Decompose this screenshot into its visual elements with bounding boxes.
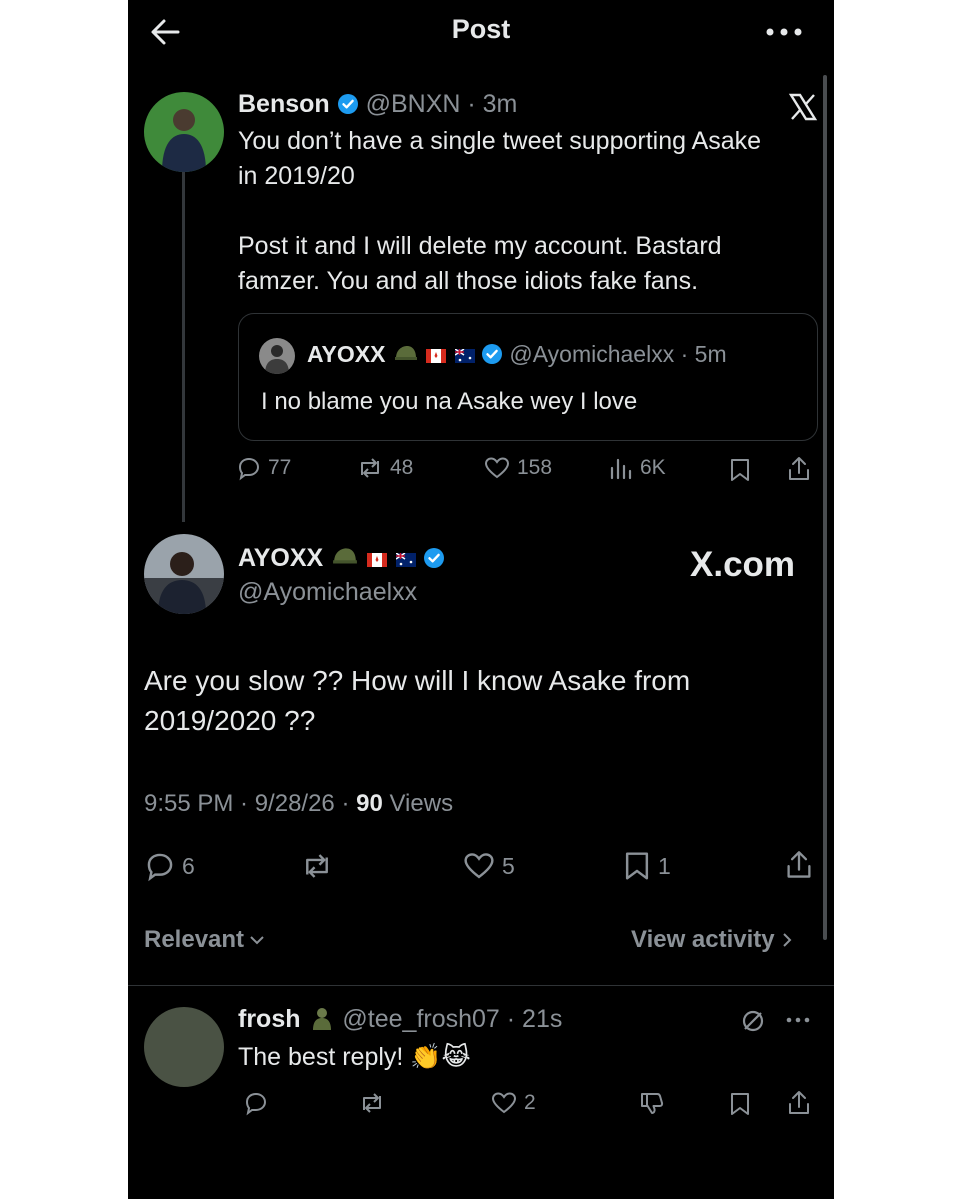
like-button[interactable]: 5	[462, 850, 515, 882]
bookmark-icon	[622, 850, 652, 882]
thread-line	[182, 172, 185, 522]
author-handle[interactable]: @Ayomichaelxx	[238, 578, 417, 607]
verified-badge-icon	[423, 547, 445, 569]
section-divider	[128, 985, 834, 986]
author-name[interactable]: AYOXX	[238, 544, 323, 572]
like-count: 5	[502, 852, 515, 879]
more-options-icon[interactable]	[760, 18, 808, 46]
reply-emojis: 👏😹	[410, 1043, 471, 1071]
post-timestamp: 9:55 PM · 9/28/26 ·	[144, 790, 357, 817]
reply-count: 77	[268, 456, 292, 479]
parent-post-text-line-1: You don’t have a single tweet supporting…	[238, 127, 762, 155]
author-name[interactable]: Benson	[238, 90, 330, 118]
frosh-avatar[interactable]	[144, 1007, 224, 1087]
bookmark-icon[interactable]	[728, 457, 752, 483]
views-chart-icon	[608, 455, 634, 481]
repost-button[interactable]: 48	[356, 455, 413, 481]
quote-author-name: AYOXX	[307, 341, 386, 367]
benson-avatar[interactable]	[144, 92, 224, 172]
heart-icon	[490, 1090, 518, 1116]
reply-icon	[236, 455, 262, 481]
parent-post-text-line-3: Post it and I will delete my account. Ba…	[238, 232, 722, 260]
parent-post-text-line-2: in 2019/20	[238, 162, 355, 190]
verified-badge-icon	[481, 343, 503, 365]
post-time: 3m	[482, 90, 518, 118]
repost-icon[interactable]	[300, 850, 334, 882]
post-screen: Post Benson @BNXN · 3m You don’t have a …	[128, 0, 834, 1199]
post-timestamp-line: 9:55 PM · 9/28/26 · 90 Views	[144, 790, 453, 818]
parent-post-header: Benson @BNXN · 3m	[238, 90, 518, 118]
repost-count: 48	[390, 456, 414, 479]
reply-count: 6	[182, 852, 195, 879]
repost-icon	[356, 455, 384, 481]
reply-text-line: The best reply! 👏😹	[238, 1040, 471, 1075]
reply-time: 21s	[522, 1005, 563, 1033]
share-icon[interactable]	[784, 848, 814, 882]
reply-author-handle[interactable]: @tee_frosh07	[342, 1005, 499, 1033]
chevron-down-icon	[248, 933, 266, 947]
reply-text: The best reply!	[238, 1043, 404, 1071]
quote-author-avatar	[259, 338, 295, 374]
helmet-icon	[394, 342, 418, 360]
main-post-author-line: AYOXX	[238, 544, 445, 573]
australia-flag-icon	[454, 342, 475, 363]
like-button[interactable]: 2	[490, 1090, 536, 1116]
main-post-text-line-2: 2019/2020 ??	[144, 705, 316, 736]
canada-flag-icon	[426, 342, 447, 363]
share-icon[interactable]	[786, 455, 812, 483]
scrollbar[interactable]	[823, 75, 827, 940]
quote-time: 5m	[694, 341, 727, 367]
share-icon[interactable]	[786, 1089, 812, 1117]
views-count: 6K	[640, 456, 666, 479]
soldier-icon	[309, 1006, 335, 1030]
grok-icon[interactable]	[740, 1008, 766, 1034]
views-label: Views	[382, 790, 454, 817]
author-handle[interactable]: @BNXN	[366, 90, 461, 118]
view-activity-label: View activity	[631, 926, 775, 953]
views-button[interactable]: 6K	[608, 455, 666, 481]
ayoxx-avatar[interactable]	[144, 534, 224, 614]
reply-button[interactable]: 6	[144, 850, 195, 882]
canada-flag-icon	[367, 545, 388, 567]
reply-icon[interactable]	[243, 1090, 269, 1116]
quote-text: I no blame you na Asake wey I love	[261, 388, 638, 415]
reply-author-name[interactable]: frosh	[238, 1005, 301, 1033]
reply-header: frosh @tee_frosh07 · 21s	[238, 1005, 563, 1033]
like-count: 2	[524, 1091, 536, 1114]
page-title: Post	[451, 14, 511, 44]
heart-icon	[462, 850, 496, 882]
quote-author-handle: @Ayomichaelxx	[509, 341, 675, 367]
x-com-watermark: X.com	[690, 545, 796, 584]
quoted-post-card[interactable]: AYOXX @Ayomichaelxx · 5m I no blame you …	[238, 313, 818, 441]
quote-header: AYOXX @Ayomichaelxx · 5m	[307, 341, 727, 367]
like-button[interactable]: 158	[483, 455, 552, 481]
view-activity-link[interactable]: View activity	[631, 926, 793, 954]
bookmark-button[interactable]: 1	[622, 850, 671, 882]
australia-flag-icon	[395, 545, 417, 567]
reply-more-icon[interactable]	[783, 1010, 813, 1030]
bookmark-count: 1	[658, 852, 671, 879]
helmet-icon	[332, 545, 358, 565]
chevron-right-icon	[781, 931, 793, 949]
x-logo-icon	[788, 92, 818, 122]
verified-badge-icon	[337, 93, 359, 115]
main-post-text-line-1: Are you slow ?? How will I know Asake fr…	[144, 665, 691, 696]
views-count[interactable]: 90	[356, 790, 383, 817]
downvote-icon[interactable]	[638, 1090, 666, 1118]
repost-icon[interactable]	[358, 1090, 386, 1116]
sort-dropdown[interactable]: Relevant	[144, 926, 266, 954]
parent-post-text-line-4: famzer. You and all those idiots fake fa…	[238, 267, 699, 295]
reply-icon	[144, 850, 176, 882]
sort-label: Relevant	[144, 926, 245, 953]
bookmark-icon[interactable]	[728, 1091, 752, 1117]
like-count: 158	[517, 456, 553, 479]
heart-icon	[483, 455, 511, 481]
reply-button[interactable]: 77	[236, 455, 291, 481]
